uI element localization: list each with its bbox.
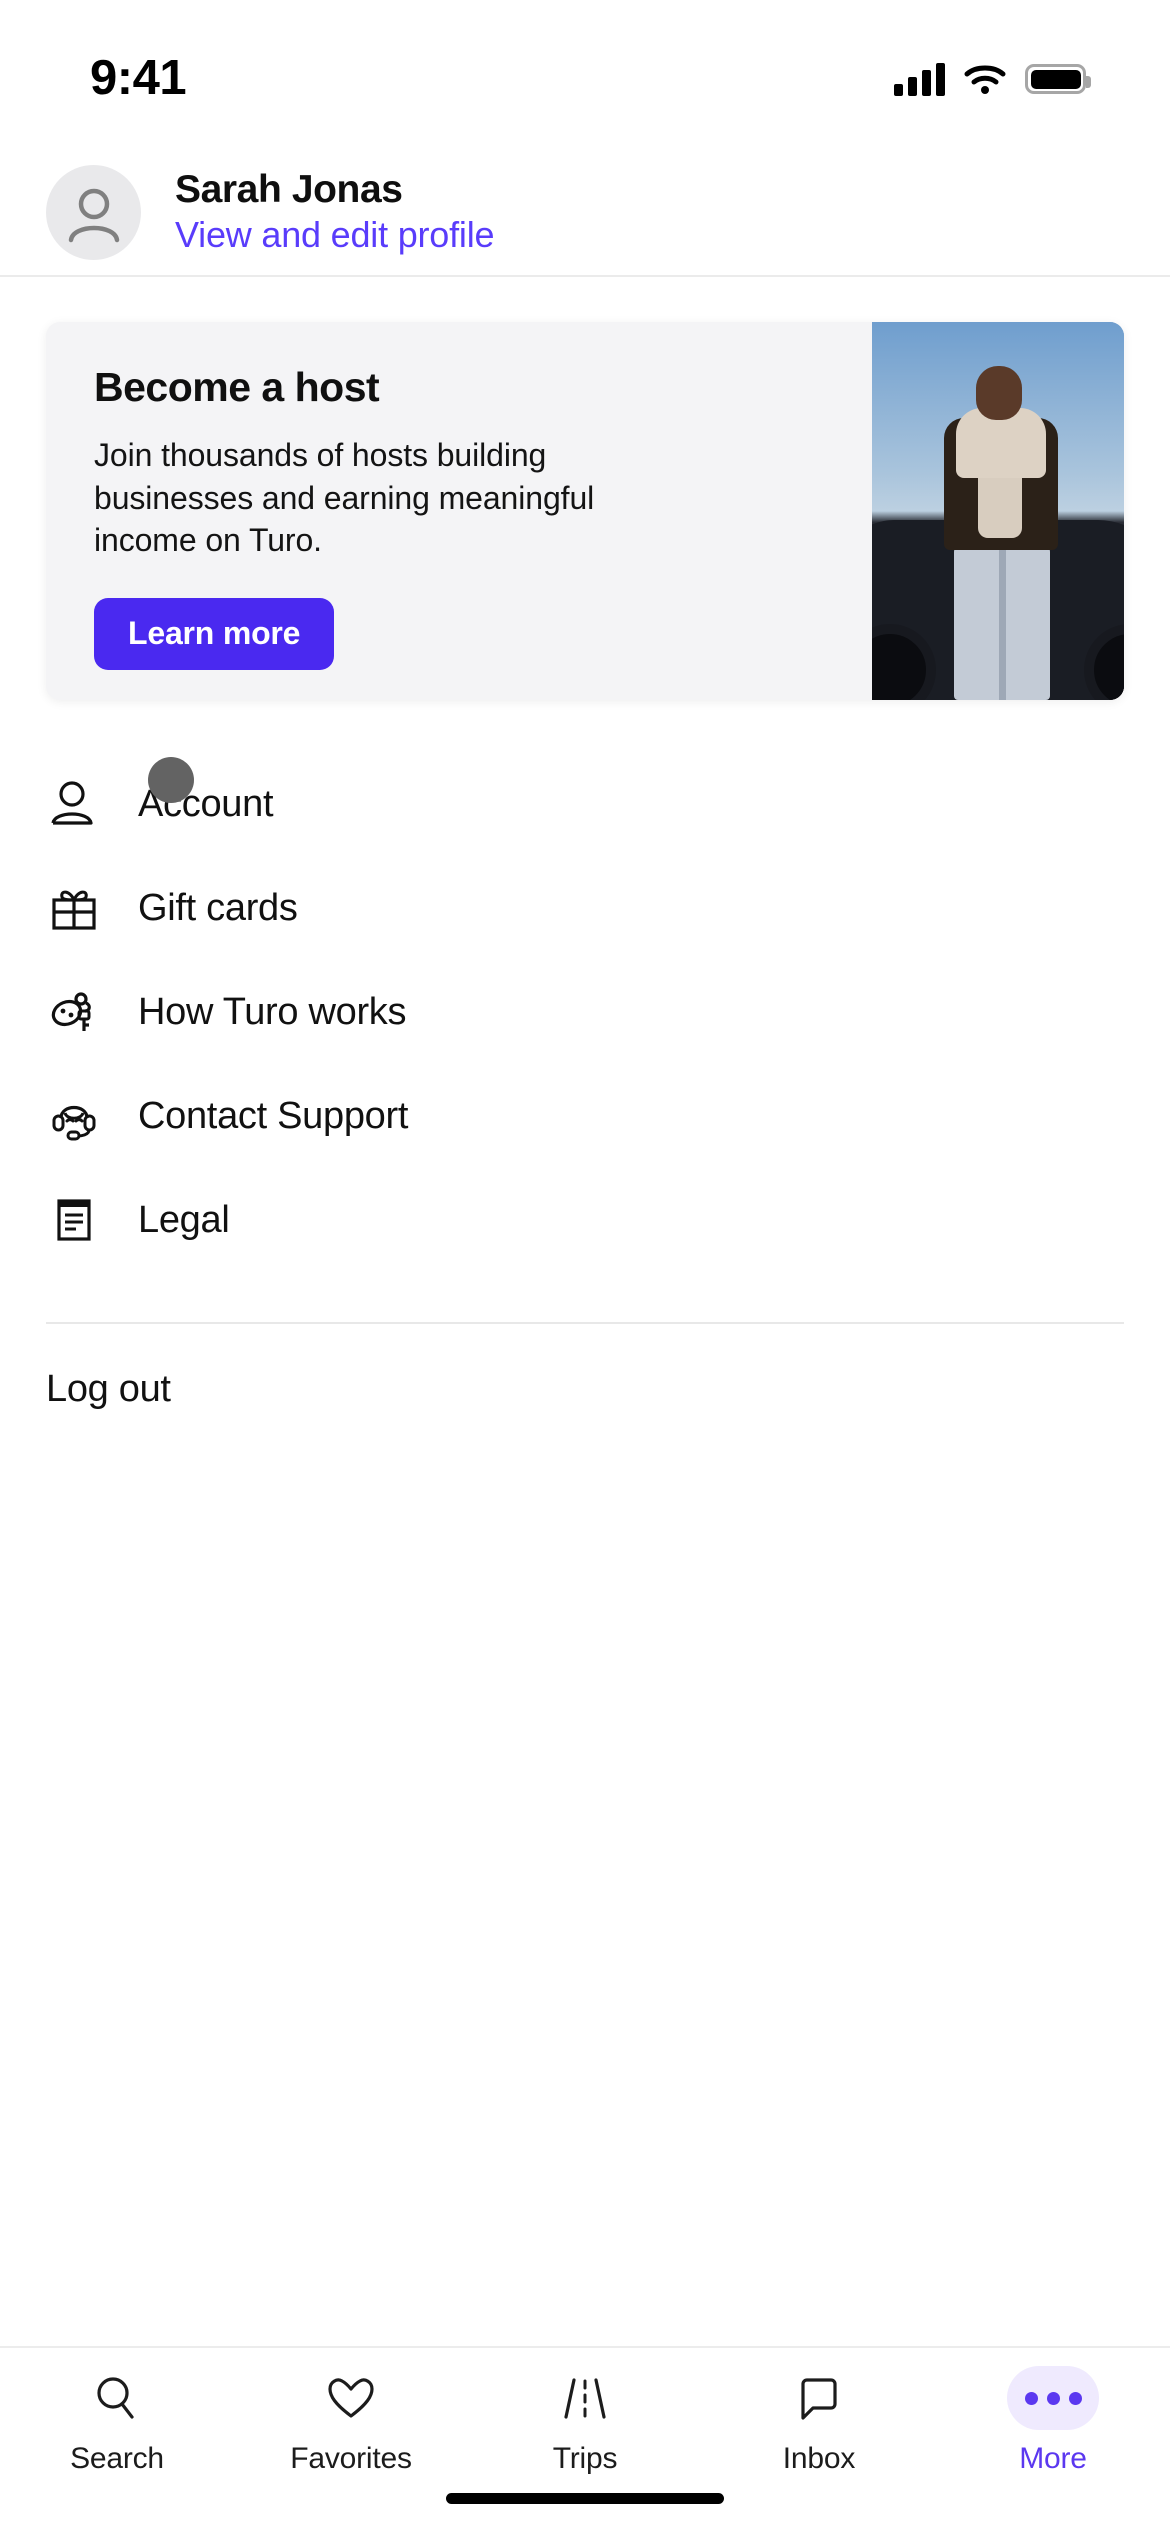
become-host-card[interactable]: Become a host Join thousands of hosts bu… xyxy=(46,322,1124,700)
menu-item-account[interactable]: Account xyxy=(46,752,1124,856)
menu-item-how-turo-works[interactable]: How Turo works xyxy=(46,960,1124,1064)
tab-label: More xyxy=(1019,2442,1087,2475)
menu-item-label: Gift cards xyxy=(138,886,298,929)
become-host-photo xyxy=(872,322,1124,700)
status-bar-time: 9:41 xyxy=(90,51,187,105)
tab-label: Trips xyxy=(552,2442,618,2475)
menu-item-legal[interactable]: Legal xyxy=(46,1168,1124,1272)
menu-item-contact-support[interactable]: Contact Support xyxy=(46,1064,1124,1168)
tab-label: Search xyxy=(70,2442,164,2475)
app-screen: 9:41 Sarah Jonas View and edit profile B… xyxy=(0,0,1170,2532)
status-bar: 9:41 xyxy=(0,0,1170,150)
menu-item-label: Contact Support xyxy=(138,1094,409,1137)
tab-inbox[interactable]: Inbox xyxy=(702,2366,936,2476)
person-icon xyxy=(46,776,102,832)
menu-item-gift-cards[interactable]: Gift cards xyxy=(46,856,1124,960)
become-host-body: Join thousands of hosts building busines… xyxy=(94,437,595,559)
status-bar-indicators xyxy=(894,62,1091,96)
menu-item-label: Account xyxy=(138,782,274,825)
tab-favorites[interactable]: Favorites xyxy=(234,2366,468,2476)
search-icon xyxy=(71,2366,163,2430)
bottom-tab-bar: Search Favorites Trips Inbox More xyxy=(0,2346,1170,2532)
learn-more-button[interactable]: Learn more xyxy=(94,597,335,670)
menu-list: Account Gift cards How Turo works Contac… xyxy=(0,752,1170,1272)
avatar xyxy=(46,165,141,260)
wifi-icon xyxy=(964,65,1006,94)
cellular-signal-icon xyxy=(894,62,945,96)
profile-text: Sarah Jonas View and edit profile xyxy=(175,168,495,255)
road-icon xyxy=(539,2366,631,2430)
tab-more[interactable]: More xyxy=(936,2366,1170,2476)
person-avatar-icon xyxy=(68,188,119,242)
profile-header[interactable]: Sarah Jonas View and edit profile xyxy=(0,150,1170,275)
ellipsis-icon xyxy=(1007,2366,1099,2430)
gift-icon xyxy=(46,880,102,936)
document-icon xyxy=(46,1192,102,1248)
car-key-icon xyxy=(46,984,102,1040)
profile-name: Sarah Jonas xyxy=(175,168,403,212)
home-indicator xyxy=(446,2493,724,2504)
view-edit-profile-link[interactable]: View and edit profile xyxy=(175,215,495,255)
tab-search[interactable]: Search xyxy=(0,2366,234,2476)
support-headset-icon xyxy=(46,1088,102,1144)
become-host-card-wrapper: Become a host Join thousands of hosts bu… xyxy=(0,277,1170,700)
menu-item-label: Legal xyxy=(138,1198,230,1241)
battery-icon xyxy=(1025,64,1091,94)
tab-label: Inbox xyxy=(782,2442,856,2475)
tab-label: Favorites xyxy=(290,2442,412,2475)
speech-bubble-icon xyxy=(773,2366,865,2430)
tab-trips[interactable]: Trips xyxy=(468,2366,702,2476)
log-out-button[interactable]: Log out xyxy=(0,1324,1170,1454)
menu-item-label: How Turo works xyxy=(138,990,407,1033)
heart-icon xyxy=(305,2366,397,2430)
